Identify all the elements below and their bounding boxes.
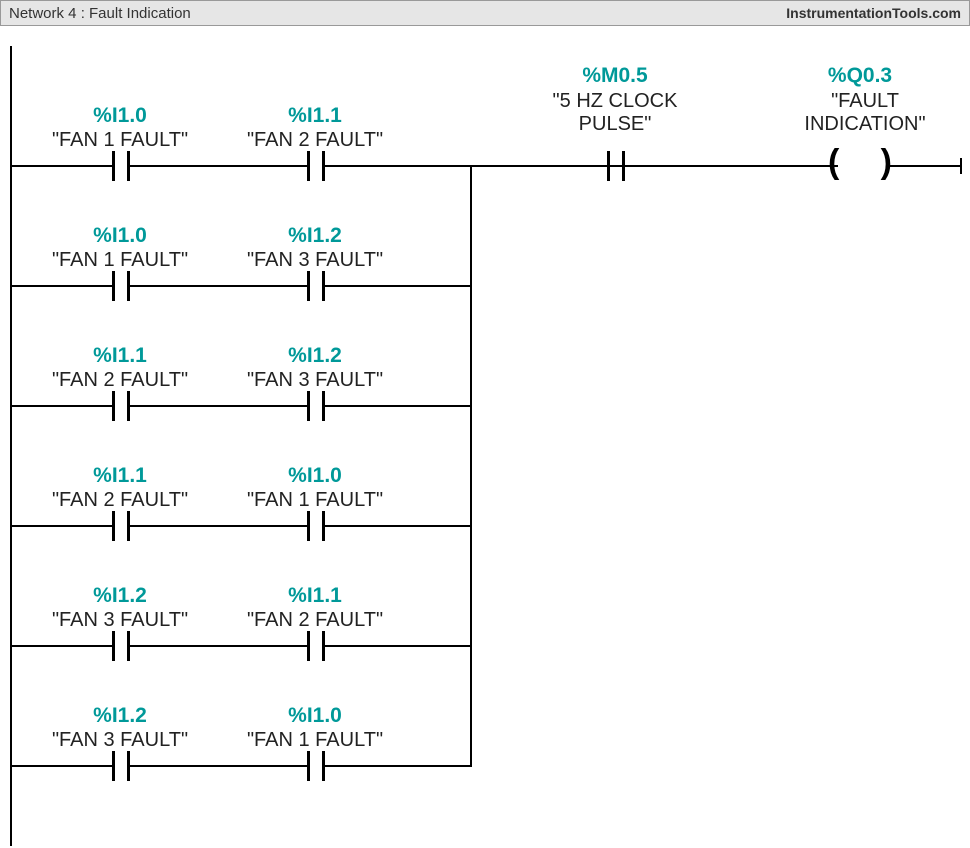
wire-r1-b [142, 165, 295, 167]
contact-r6-c2 [295, 751, 337, 781]
contact-r6-c1 [100, 751, 142, 781]
addr-r1-c1: %I1.0 [80, 104, 160, 128]
wire-pre-clock [470, 165, 595, 167]
site-watermark: InstrumentationTools.com [786, 5, 961, 21]
wire-r3-a [10, 405, 100, 407]
wire-r5-b [142, 645, 295, 647]
contact-r5-c1 [100, 631, 142, 661]
contact-clock-pulse [595, 151, 637, 181]
contact-r4-c1 [100, 511, 142, 541]
wire-r6-b [142, 765, 295, 767]
contact-r5-c2 [295, 631, 337, 661]
label-coil: "FAULT INDICATION" [790, 90, 940, 136]
coil-fault-indication: () [830, 149, 890, 183]
lbl-r2-c2: "FAN 3 FAULT" [235, 249, 395, 272]
contact-r2-c1 [100, 271, 142, 301]
lbl-r5-c2: "FAN 2 FAULT" [235, 609, 395, 632]
lbl-r6-c1: "FAN 3 FAULT" [40, 729, 200, 752]
wire-r5-c [337, 645, 472, 647]
addr-r5-c1: %I1.2 [80, 584, 160, 608]
addr-r1-c2: %I1.1 [275, 104, 355, 128]
lbl-r2-c1: "FAN 1 FAULT" [40, 249, 200, 272]
lbl-r3-c2: "FAN 3 FAULT" [235, 369, 395, 392]
addr-r2-c2: %I1.2 [275, 224, 355, 248]
addr-r6-c2: %I1.0 [275, 704, 355, 728]
lbl-r3-c1: "FAN 2 FAULT" [40, 369, 200, 392]
addr-r3-c1: %I1.1 [80, 344, 160, 368]
contact-r1-c2 [295, 151, 337, 181]
wire-r2-c [337, 285, 472, 287]
addr-r3-c2: %I1.2 [275, 344, 355, 368]
lbl-r4-c2: "FAN 1 FAULT" [235, 489, 395, 512]
contact-r4-c2 [295, 511, 337, 541]
branch-join-rail [470, 166, 472, 766]
lbl-r1-c2: "FAN 2 FAULT" [235, 129, 395, 152]
addr-clock: %M0.5 [570, 64, 660, 88]
addr-r6-c1: %I1.2 [80, 704, 160, 728]
addr-coil: %Q0.3 [815, 64, 905, 88]
wire-r1-a [10, 165, 100, 167]
wire-r4-b [142, 525, 295, 527]
lbl-r6-c2: "FAN 1 FAULT" [235, 729, 395, 752]
ladder-canvas: %M0.5 "5 HZ CLOCK PULSE" () %Q0.3 "FAULT… [0, 26, 970, 848]
wire-r3-c [337, 405, 472, 407]
label-clock: "5 HZ CLOCK PULSE" [540, 90, 690, 136]
network-header: Network 4 : Fault Indication Instrumenta… [0, 0, 970, 26]
addr-r2-c1: %I1.0 [80, 224, 160, 248]
contact-r3-c2 [295, 391, 337, 421]
lbl-r4-c1: "FAN 2 FAULT" [40, 489, 200, 512]
wire-r2-b [142, 285, 295, 287]
addr-r4-c1: %I1.1 [80, 464, 160, 488]
wire-r1-c [337, 165, 472, 167]
lbl-r1-c1: "FAN 1 FAULT" [40, 129, 200, 152]
wire-r4-c [337, 525, 472, 527]
network-title: Network 4 : Fault Indication [9, 5, 191, 22]
lbl-r5-c1: "FAN 3 FAULT" [40, 609, 200, 632]
addr-r5-c2: %I1.1 [275, 584, 355, 608]
right-rail-stub [960, 158, 962, 174]
wire-r5-a [10, 645, 100, 647]
contact-r3-c1 [100, 391, 142, 421]
wire-r4-a [10, 525, 100, 527]
wire-r3-b [142, 405, 295, 407]
wire-r6-a [10, 765, 100, 767]
wire-into-coil [820, 165, 838, 167]
wire-r2-a [10, 285, 100, 287]
wire-after-clock [635, 165, 825, 167]
contact-r2-c2 [295, 271, 337, 301]
wire-r6-c [337, 765, 472, 767]
wire-to-coil [890, 165, 962, 167]
contact-r1-c1 [100, 151, 142, 181]
addr-r4-c2: %I1.0 [275, 464, 355, 488]
